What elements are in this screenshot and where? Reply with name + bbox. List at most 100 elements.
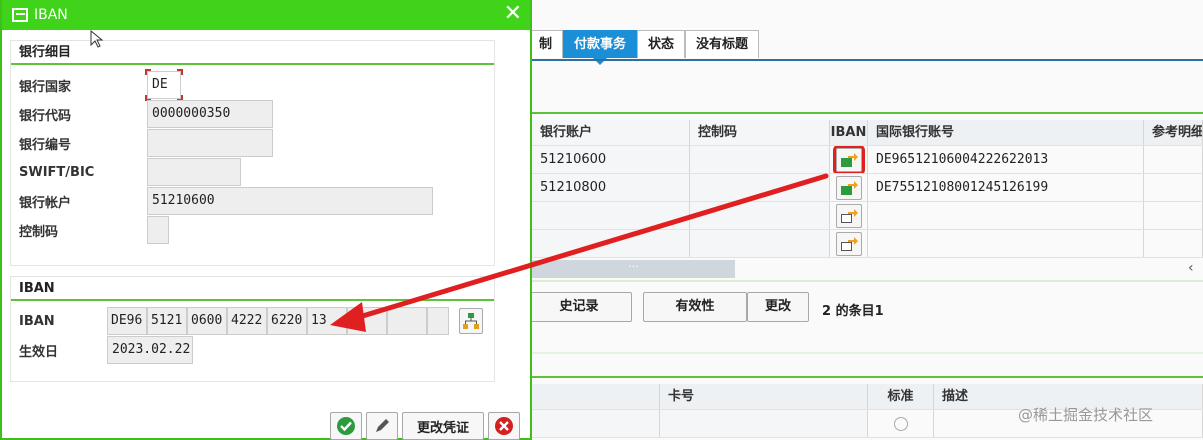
tab-status[interactable]: 状态 (637, 30, 686, 58)
column-header-standard[interactable]: 标准 (868, 384, 934, 409)
check-icon (337, 417, 355, 435)
bank-code-field[interactable]: 0000000350 (147, 100, 273, 128)
iban-part-input[interactable]: DE96 (107, 307, 147, 335)
iban-part-input[interactable]: 4222 (227, 307, 267, 335)
iban-value-cell[interactable]: DE75512108001245126199 (868, 174, 1144, 201)
table-row[interactable] (532, 202, 1203, 230)
control-code-field[interactable] (147, 216, 169, 244)
validity-button[interactable]: 有效性 (643, 292, 747, 322)
bank-account-cell[interactable] (532, 230, 690, 257)
swift-field[interactable] (147, 158, 241, 186)
section-divider (532, 352, 1203, 354)
change-button[interactable]: 更改 (747, 292, 809, 322)
field-row-bank-account: 银行帐户 51210600 (19, 187, 433, 215)
iban-part-input[interactable]: 0600 (187, 307, 227, 335)
scroll-left-icon[interactable]: ‹ (1188, 260, 1194, 276)
iban-value-cell[interactable] (868, 230, 1144, 257)
tab-partial[interactable]: 制 (528, 30, 564, 58)
bank-account-cell[interactable] (532, 202, 690, 229)
field-row-valid-from: 生效日 2023.02.22 (19, 336, 193, 364)
control-code-cell[interactable] (690, 202, 830, 229)
control-code-cell[interactable] (690, 146, 830, 173)
bank-details-header: 银行细目 (11, 41, 494, 65)
dialog-footer: 更改凭证 (330, 412, 520, 440)
iban-button-cell (830, 230, 868, 257)
cancel-button[interactable] (488, 412, 520, 440)
field-row-swift: SWIFT/BIC (19, 158, 241, 186)
reference-cell[interactable] (1144, 230, 1203, 257)
column-header-blank[interactable] (532, 384, 660, 409)
table-header-row: 银行账户 控制码 IBAN 国际银行账号 参考明细 (532, 120, 1203, 146)
column-header-card-number[interactable]: 卡号 (660, 384, 868, 409)
column-header-control-code[interactable]: 控制码 (690, 120, 830, 145)
reference-cell[interactable] (1144, 174, 1203, 201)
valid-from-field[interactable]: 2023.02.22 (107, 336, 193, 364)
change-document-button[interactable]: 更改凭证 (402, 412, 484, 440)
section-divider (532, 376, 1203, 378)
standard-radio[interactable] (893, 417, 908, 431)
column-header-iban[interactable]: IBAN (830, 120, 868, 145)
iban-generate-button[interactable] (459, 308, 483, 334)
blank-cell[interactable] (532, 410, 660, 437)
close-icon[interactable]: ✕ (504, 3, 522, 25)
iban-group-header: IBAN (11, 277, 494, 301)
dialog-title: IBAN (34, 7, 68, 23)
confirm-button[interactable] (330, 412, 362, 440)
card-number-cell[interactable] (660, 410, 868, 437)
bank-account-field[interactable]: 51210600 (147, 187, 433, 215)
bank-accounts-table: 银行账户 控制码 IBAN 国际银行账号 参考明细 51210600 DE965… (532, 120, 1203, 258)
iban-detail-button[interactable] (832, 146, 865, 173)
bank-country-value: DE (152, 77, 168, 92)
standard-cell (868, 410, 934, 437)
iban-empty-button[interactable] (835, 231, 862, 256)
iban-part-input[interactable]: 5121 (147, 307, 187, 335)
column-header-reference[interactable]: 参考明细 (1144, 120, 1203, 145)
cancel-icon (495, 417, 513, 435)
table-row[interactable]: 51210800 DE75512108001245126199 (532, 174, 1203, 202)
iban-empty-icon (840, 208, 858, 223)
iban-part-input[interactable] (347, 307, 387, 335)
bank-country-input[interactable]: DE (145, 69, 183, 101)
iban-parts: DE96 5121 0600 4222 6220 13 (107, 307, 449, 335)
section-divider (532, 112, 1203, 114)
iban-part-input[interactable] (427, 307, 449, 335)
table-row[interactable] (532, 230, 1203, 258)
bank-number-field[interactable] (147, 129, 273, 157)
horizontal-scrollbar[interactable]: ··· (532, 260, 735, 278)
iban-empty-button[interactable] (835, 203, 862, 228)
iban-part-input[interactable] (387, 307, 427, 335)
iban-button-cell (830, 174, 868, 201)
table-row[interactable]: 51210600 DE96512106004222622013 (532, 146, 1203, 174)
tab-payment-transactions[interactable]: 付款事务 (563, 30, 638, 65)
cursor-icon (90, 30, 104, 48)
bank-details-group: 银行细目 银行国家 DE 银行代码 0000000350 银行编号 SWIFT/… (10, 40, 495, 266)
iban-label: IBAN (19, 313, 55, 329)
edit-button[interactable] (366, 412, 398, 440)
iban-part-input[interactable]: 6220 (267, 307, 307, 335)
iban-empty-icon (840, 236, 858, 251)
dialog-title-bar[interactable]: IBAN ✕ (2, 0, 530, 30)
reference-cell[interactable] (1144, 146, 1203, 173)
iban-button-cell (830, 146, 868, 173)
reference-cell[interactable] (1144, 202, 1203, 229)
bank-country-label: 银行国家 (19, 79, 72, 95)
bank-account-cell[interactable]: 51210800 (532, 174, 690, 201)
bank-account-label: 银行帐户 (19, 195, 72, 211)
table-toolbar: 史记录 (526, 292, 632, 322)
control-code-cell[interactable] (690, 174, 830, 201)
column-header-international-account[interactable]: 国际银行账号 (868, 120, 1144, 145)
bank-code-label: 银行代码 (19, 108, 72, 124)
control-code-label: 控制码 (19, 224, 59, 240)
column-header-bank-account[interactable]: 银行账户 (532, 120, 690, 145)
control-code-cell[interactable] (690, 230, 830, 257)
iban-value-cell[interactable] (868, 202, 1144, 229)
pencil-icon (376, 419, 389, 432)
iban-button-cell (830, 202, 868, 229)
iban-part-input[interactable]: 13 (307, 307, 347, 335)
iban-value-cell[interactable]: DE96512106004222622013 (868, 146, 1144, 173)
tab-untitled[interactable]: 没有标题 (685, 30, 760, 58)
history-button[interactable]: 史记录 (526, 292, 632, 322)
iban-detail-button[interactable] (835, 175, 862, 200)
bank-account-cell[interactable]: 51210600 (532, 146, 690, 173)
bank-number-label: 银行编号 (19, 137, 72, 153)
